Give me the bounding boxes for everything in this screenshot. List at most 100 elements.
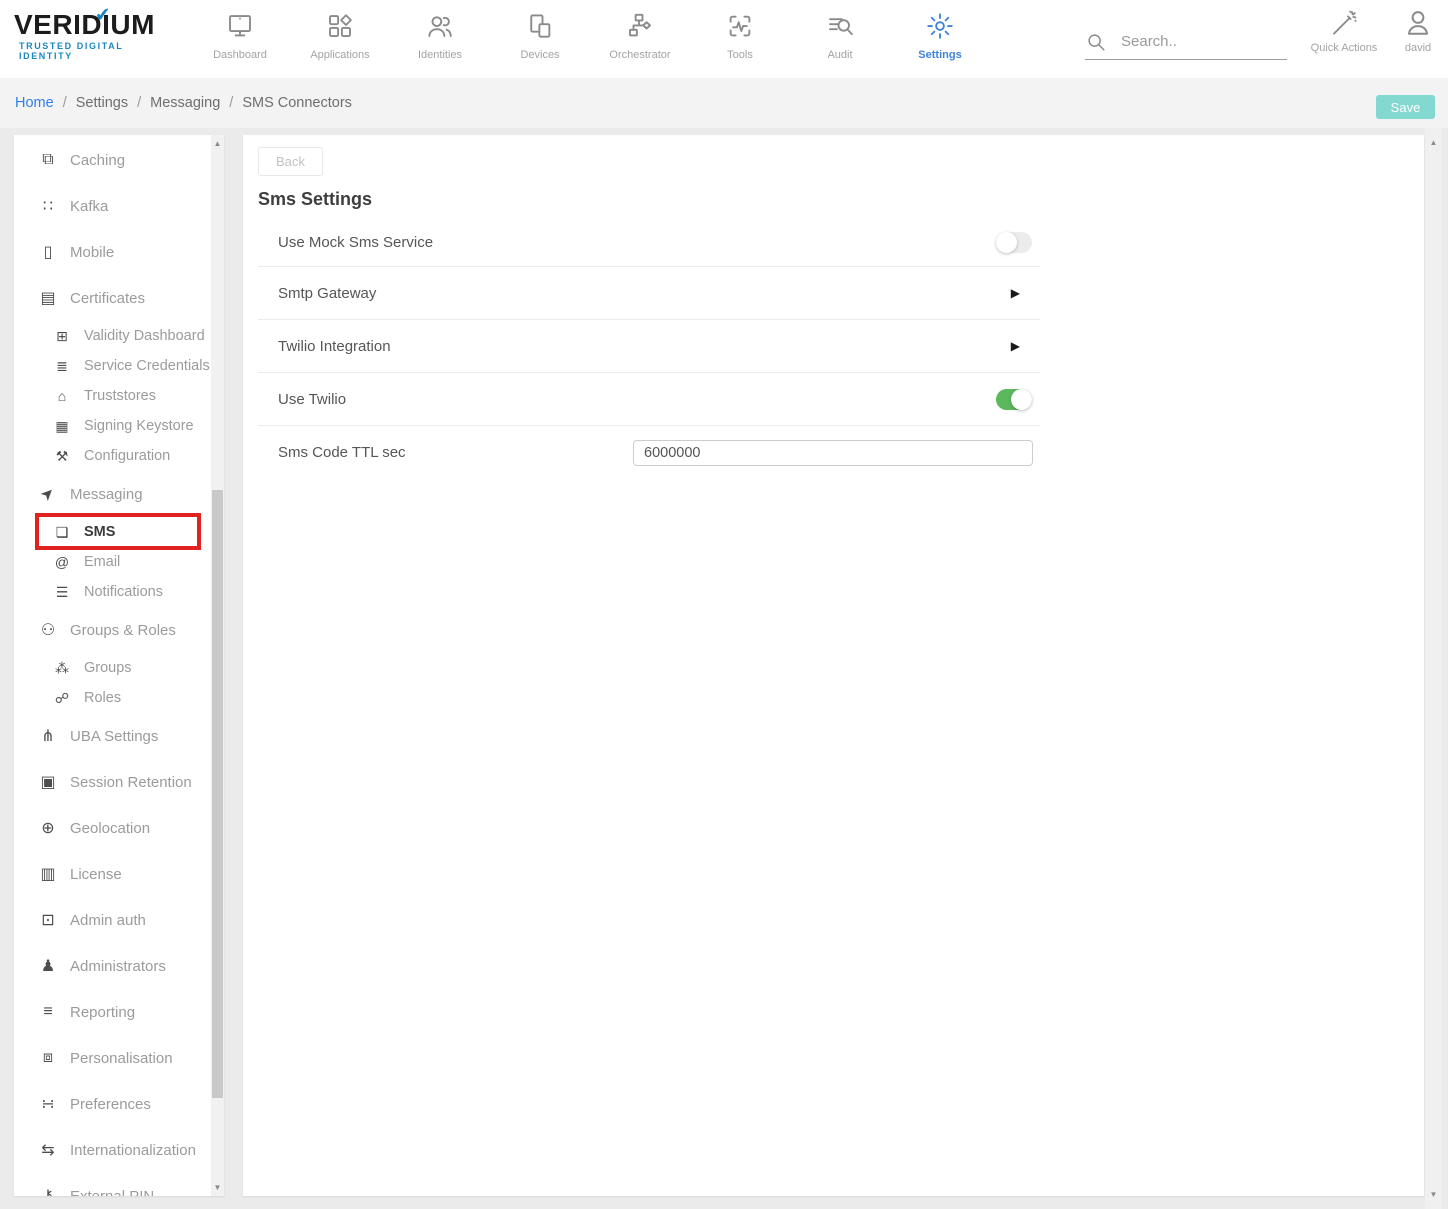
preferences-icon: ∺ bbox=[38, 1094, 58, 1114]
sidebar-item-groups-roles[interactable]: ⚇Groups & Roles bbox=[14, 607, 211, 653]
scroll-down-icon[interactable]: ▼ bbox=[211, 1181, 224, 1194]
sidebar-item-label: Service Credentials bbox=[84, 358, 210, 374]
nav-item-orchestrator[interactable]: Orchestrator bbox=[590, 8, 690, 70]
sidebar-item-sms[interactable]: ❏ SMS bbox=[14, 517, 211, 547]
setting-label: Sms Code TTL sec bbox=[278, 444, 406, 461]
sidebar-item-messaging[interactable]: ➤Messaging bbox=[14, 471, 211, 517]
certificates-icon: ▤ bbox=[38, 288, 58, 308]
nav-item-applications[interactable]: Applications bbox=[290, 8, 390, 70]
kafka-icon: ∷ bbox=[38, 196, 58, 216]
scroll-down-icon[interactable]: ▼ bbox=[1425, 1188, 1442, 1201]
breadcrumb-item-home[interactable]: Home bbox=[15, 95, 54, 111]
sms-icon: ❏ bbox=[52, 524, 72, 541]
configuration-icon: ⚒ bbox=[52, 448, 72, 465]
nav-item-settings[interactable]: Settings bbox=[890, 8, 990, 70]
dashboard-icon bbox=[225, 8, 255, 44]
sidebar-item-groups[interactable]: ⁂Groups bbox=[14, 653, 211, 683]
scroll-up-icon[interactable]: ▲ bbox=[211, 137, 224, 150]
breadcrumb: Home/Settings/Messaging/SMS Connectors bbox=[15, 78, 352, 128]
settings-sidebar: ⧉Caching∷Kafka▯Mobile▤Certificates⊞Valid… bbox=[14, 135, 224, 1196]
nav-item-audit[interactable]: Audit bbox=[790, 8, 890, 70]
veridium-logo[interactable]: VERIDIUM ✔ TRUSTED DIGITAL IDENTITY bbox=[14, 10, 179, 61]
sidebar-item-service-credentials[interactable]: ≣ Service Credentials bbox=[14, 351, 211, 381]
settings-gear-icon bbox=[925, 8, 955, 44]
sidebar-item-label: Truststores bbox=[84, 388, 156, 404]
quick-actions-button[interactable]: Quick Actions bbox=[1308, 8, 1380, 54]
sidebar-scrollbar-thumb[interactable] bbox=[212, 490, 223, 1098]
input-sms-code-ttl-sec[interactable] bbox=[633, 440, 1033, 466]
sidebar-item-geolocation[interactable]: ⊕Geolocation bbox=[14, 805, 211, 851]
caching-icon: ⧉ bbox=[38, 151, 58, 169]
search-input[interactable] bbox=[1121, 33, 1266, 50]
sidebar-item-kafka[interactable]: ∷Kafka bbox=[14, 183, 211, 229]
sidebar-item-administrators[interactable]: ♟ Administrators bbox=[14, 943, 211, 989]
sidebar-item-notifications[interactable]: ☰Notifications bbox=[14, 577, 211, 607]
sidebar-item-label: Personalisation bbox=[70, 1050, 173, 1067]
magic-wand-icon bbox=[1329, 8, 1359, 38]
messaging-icon: ➤ bbox=[38, 484, 58, 504]
row-smtp-gateway: Smtp Gateway▶ bbox=[258, 267, 1040, 320]
sidebar-item-certificates[interactable]: ▤Certificates bbox=[14, 275, 211, 321]
save-button[interactable]: Save bbox=[1376, 95, 1435, 119]
reporting-icon: ≡ bbox=[38, 1003, 58, 1021]
sidebar-item-license[interactable]: ▥License bbox=[14, 851, 211, 897]
breadcrumb-bar: Home/Settings/Messaging/SMS Connectors S… bbox=[0, 78, 1448, 128]
sidebar-item-personalisation[interactable]: ⧈Personalisation bbox=[14, 1035, 211, 1081]
nav-item-dashboard[interactable]: Dashboard bbox=[190, 8, 290, 70]
sidebar-item-configuration[interactable]: ⚒Configuration bbox=[14, 441, 211, 471]
sidebar-item-mobile[interactable]: ▯Mobile bbox=[14, 229, 211, 275]
row-use-mock-sms-service: Use Mock Sms Service bbox=[258, 219, 1040, 267]
administrators-icon: ♟ bbox=[38, 956, 58, 976]
setting-label: Twilio Integration bbox=[278, 338, 391, 355]
sidebar-item-label: Signing Keystore bbox=[84, 418, 194, 434]
breadcrumb-item-messaging[interactable]: Messaging bbox=[150, 95, 220, 111]
sidebar-item-preferences[interactable]: ∺Preferences bbox=[14, 1081, 211, 1127]
page-scrollbar[interactable]: ▲ ▼ bbox=[1425, 128, 1442, 1209]
breadcrumb-item-settings[interactable]: Settings bbox=[76, 95, 128, 111]
sidebar-item-reporting[interactable]: ≡Reporting bbox=[14, 989, 211, 1035]
sidebar-item-admin-auth[interactable]: ⊡ Admin auth bbox=[14, 897, 211, 943]
sidebar-item-roles[interactable]: ☍Roles bbox=[14, 683, 211, 713]
nav-item-label: Identities bbox=[418, 49, 462, 61]
logo-title: VERIDIUM ✔ bbox=[14, 10, 179, 40]
nav-item-label: Dashboard bbox=[213, 49, 267, 61]
toggle-use-mock-sms-service[interactable] bbox=[996, 232, 1032, 253]
sidebar-item-label: Administrators bbox=[70, 958, 166, 975]
external-pin-icon: ⚷ bbox=[38, 1186, 58, 1196]
nav-item-identities[interactable]: Identities bbox=[390, 8, 490, 70]
identities-icon bbox=[425, 8, 455, 44]
nav-item-tools[interactable]: Tools bbox=[690, 8, 790, 70]
breadcrumb-separator: / bbox=[63, 95, 67, 111]
sidebar-item-label: Admin auth bbox=[70, 912, 146, 929]
sidebar-item-label: External PIN bbox=[70, 1188, 154, 1197]
sidebar-item-caching[interactable]: ⧉Caching bbox=[14, 137, 211, 183]
sidebar-item-label: Notifications bbox=[84, 584, 163, 600]
sidebar-item-label: Email bbox=[84, 554, 120, 570]
sidebar-item-signing-keystore[interactable]: ▦Signing Keystore bbox=[14, 411, 211, 441]
sidebar-item-validity-dashboard[interactable]: ⊞Validity Dashboard bbox=[14, 321, 211, 351]
sidebar-item-session-retention[interactable]: ▣Session Retention bbox=[14, 759, 211, 805]
sidebar-item-external-pin[interactable]: ⚷ External PIN bbox=[14, 1173, 211, 1196]
sidebar-item-label: UBA Settings bbox=[70, 728, 158, 745]
sidebar-item-label: Groups bbox=[84, 660, 132, 676]
sidebar-item-label: SMS bbox=[84, 524, 115, 540]
sidebar-item-email[interactable]: @Email bbox=[14, 547, 211, 577]
sidebar-scrollbar[interactable]: ▲ ▼ bbox=[211, 135, 224, 1196]
sidebar-item-internationalization[interactable]: ⇆Internationalization bbox=[14, 1127, 211, 1173]
breadcrumb-item-sms-connectors: SMS Connectors bbox=[242, 95, 352, 111]
scroll-up-icon[interactable]: ▲ bbox=[1425, 136, 1442, 149]
service-credentials-icon: ≣ bbox=[52, 358, 72, 375]
expand-arrow-icon[interactable]: ▶ bbox=[1011, 339, 1020, 353]
user-menu[interactable]: david bbox=[1393, 8, 1443, 54]
sidebar-item-label: License bbox=[70, 866, 122, 883]
sidebar-item-uba-settings[interactable]: ⋔UBA Settings bbox=[14, 713, 211, 759]
quick-actions-label: Quick Actions bbox=[1311, 42, 1378, 54]
admin-auth-icon: ⊡ bbox=[38, 910, 58, 930]
roles-icon: ☍ bbox=[52, 690, 72, 707]
back-button[interactable]: Back bbox=[258, 147, 323, 176]
sidebar-item-truststores[interactable]: ⌂Truststores bbox=[14, 381, 211, 411]
nav-item-devices[interactable]: Devices bbox=[490, 8, 590, 70]
expand-arrow-icon[interactable]: ▶ bbox=[1011, 286, 1020, 300]
toggle-use-twilio[interactable] bbox=[996, 389, 1032, 410]
sidebar-item-label: Groups & Roles bbox=[70, 622, 176, 639]
